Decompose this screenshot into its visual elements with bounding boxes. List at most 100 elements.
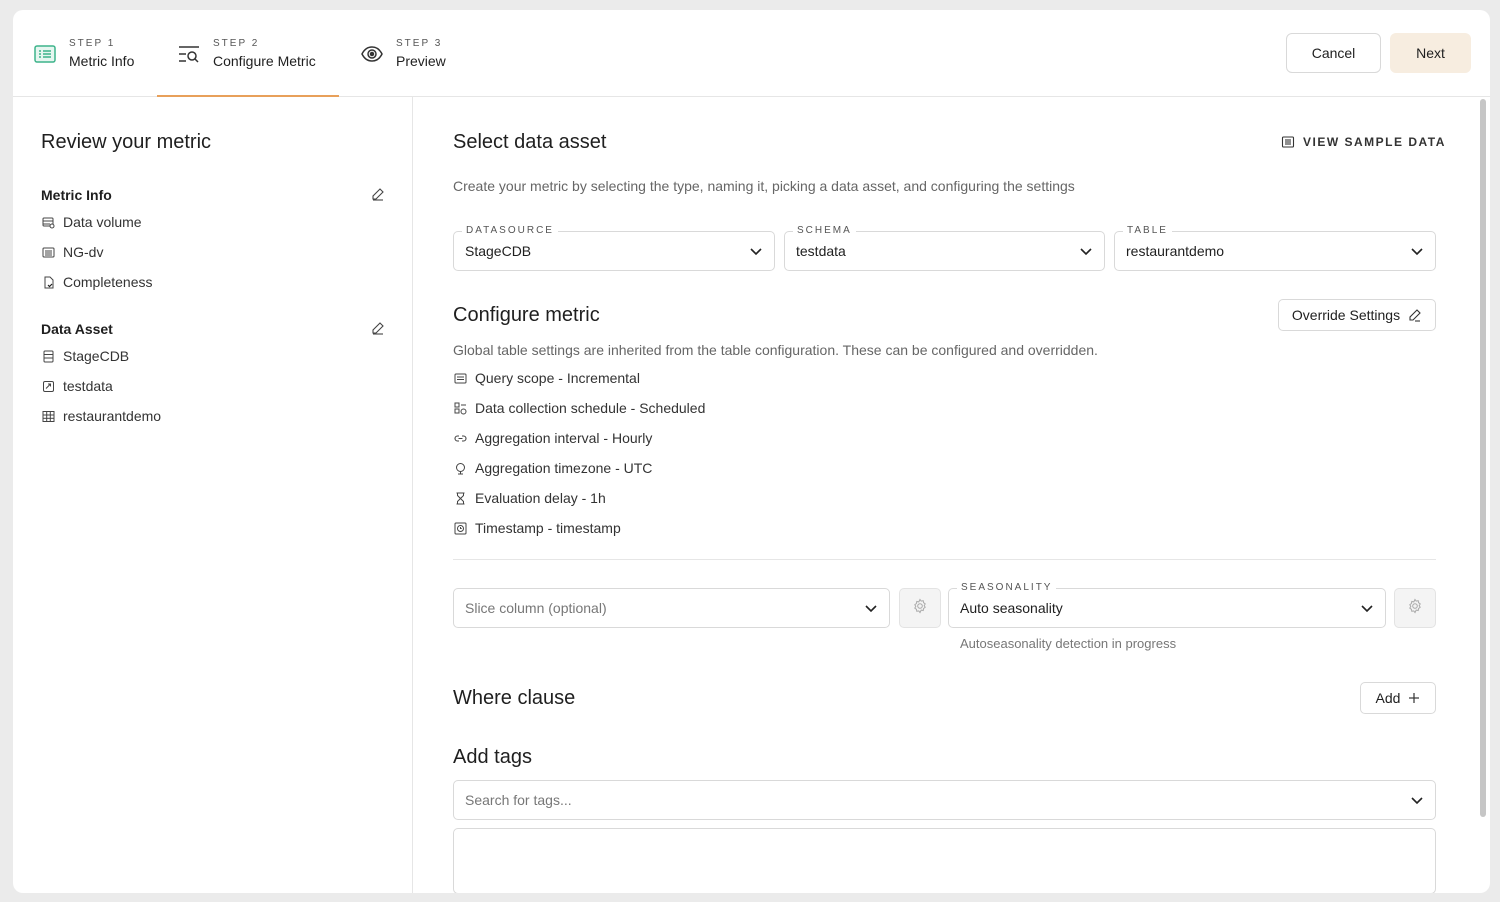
setting-aggregation-interval: Aggregation interval - Hourly <box>453 428 652 448</box>
setting-evaluation-delay: Evaluation delay - 1h <box>453 488 606 508</box>
setting-label: Timestamp - timestamp <box>475 520 621 536</box>
item-label: restaurantdemo <box>63 408 162 424</box>
server-icon <box>41 349 55 363</box>
slice-settings-button[interactable] <box>899 588 941 628</box>
data-asset-section: Data Asset StageCDB testdata restaurantd… <box>41 319 385 431</box>
metric-info-section: Metric Info Data volume NG-dv Completene… <box>41 185 385 297</box>
datasource-label: DATASOURCE <box>462 225 558 237</box>
chevron-down-icon <box>1409 792 1425 808</box>
override-label: Override Settings <box>1291 307 1401 323</box>
seasonality-select[interactable]: SEASONALITY Auto seasonality <box>948 582 1386 628</box>
setting-aggregation-timezone: Aggregation timezone - UTC <box>453 458 652 478</box>
select-asset-description: Create your metric by selecting the type… <box>453 178 1075 194</box>
table-icon <box>41 409 55 423</box>
list-icon <box>1281 135 1295 149</box>
database-icon <box>41 215 55 229</box>
data-asset-heading: Data Asset <box>41 321 113 337</box>
timestamp-icon <box>453 521 467 535</box>
globe-icon <box>453 461 467 475</box>
plus-icon <box>1408 692 1420 704</box>
add-tags-title: Add tags <box>453 746 532 768</box>
setting-label: Evaluation delay - 1h <box>475 490 606 506</box>
schema-label: SCHEMA <box>793 225 856 237</box>
metric-info-heading: Metric Info <box>41 187 112 203</box>
seasonality-label: SEASONALITY <box>957 582 1057 594</box>
next-button[interactable]: Next <box>1390 33 1471 73</box>
step-name: Metric Info <box>69 53 135 69</box>
section-divider <box>453 559 1436 560</box>
step-label: STEP 1 <box>69 38 116 49</box>
view-sample-label: VIEW SAMPLE DATA <box>1303 135 1446 149</box>
step-1-metric-info[interactable]: STEP 1 Metric Info <box>33 10 134 97</box>
chevron-down-icon <box>1078 243 1094 259</box>
slice-column-placeholder: Slice column (optional) <box>465 600 607 616</box>
datasource-select[interactable]: DATASOURCE StageCDB <box>453 225 775 271</box>
setting-query-scope: Query scope - Incremental <box>453 368 640 388</box>
step-label: STEP 2 <box>213 38 260 49</box>
select-asset-title: Select data asset <box>453 131 607 153</box>
step-name: Preview <box>396 53 446 69</box>
stepper-header: STEP 1 Metric Info STEP 2 Configure Metr… <box>13 10 1490 97</box>
chevron-down-icon <box>1409 243 1425 259</box>
scrollbar-thumb[interactable] <box>1480 99 1486 817</box>
add-where-clause-button[interactable]: Add <box>1360 682 1436 714</box>
schema-icon <box>41 379 55 393</box>
schema-value: testdata <box>796 243 846 259</box>
create-metric-window: STEP 1 Metric Info STEP 2 Configure Metr… <box>13 10 1490 893</box>
add-label: Add <box>1375 690 1401 706</box>
setting-timestamp: Timestamp - timestamp <box>453 518 621 538</box>
tags-area[interactable] <box>453 828 1436 893</box>
metric-info-item: NG-dv <box>41 237 385 267</box>
metric-info-item: Completeness <box>41 267 385 297</box>
filter-search-icon <box>177 42 201 66</box>
scope-icon <box>453 371 467 385</box>
item-label: NG-dv <box>63 244 104 260</box>
schedule-icon <box>453 401 467 415</box>
hourglass-icon <box>453 491 467 505</box>
step-3-preview[interactable]: STEP 3 Preview <box>360 10 446 97</box>
schema-select[interactable]: SCHEMA testdata <box>784 225 1105 271</box>
table-select[interactable]: TABLE restaurantdemo <box>1114 225 1436 271</box>
metric-info-item: Data volume <box>41 207 385 237</box>
configure-metric-title: Configure metric <box>453 304 600 326</box>
setting-label: Query scope - Incremental <box>475 370 640 386</box>
item-label: StageCDB <box>63 348 130 364</box>
review-panel: Review your metric Metric Info Data volu… <box>13 97 413 893</box>
list-card-icon <box>33 42 57 66</box>
setting-label: Aggregation interval - Hourly <box>475 430 653 446</box>
seasonality-value: Auto seasonality <box>960 600 1063 616</box>
configure-panel: Select data asset VIEW SAMPLE DATA Creat… <box>413 97 1476 893</box>
link-icon <box>453 431 467 445</box>
where-clause-title: Where clause <box>453 687 576 709</box>
data-asset-item: StageCDB <box>41 341 385 371</box>
setting-collection-schedule: Data collection schedule - Scheduled <box>453 398 705 418</box>
tag-search-placeholder: Search for tags... <box>465 792 572 808</box>
pencil-icon <box>1408 308 1422 322</box>
datasource-value: StageCDB <box>465 243 532 259</box>
cancel-button[interactable]: Cancel <box>1286 33 1381 73</box>
step-name: Configure Metric <box>213 53 316 69</box>
tag-search-input[interactable]: Search for tags... <box>453 780 1436 820</box>
slice-column-select[interactable]: Slice column (optional) <box>453 588 890 628</box>
chevron-down-icon <box>863 600 879 616</box>
edit-metric-info-icon[interactable] <box>371 187 385 204</box>
item-label: testdata <box>63 378 113 394</box>
seasonality-settings-button[interactable] <box>1394 588 1436 628</box>
step-2-configure-metric[interactable]: STEP 2 Configure Metric <box>157 10 339 97</box>
scrollbar[interactable] <box>1478 97 1488 893</box>
chevron-down-icon <box>748 243 764 259</box>
table-label: TABLE <box>1123 225 1172 237</box>
gear-icon <box>1407 598 1423 619</box>
item-label: Data volume <box>63 214 142 230</box>
eye-icon <box>360 42 384 66</box>
step-label: STEP 3 <box>396 38 443 49</box>
table-value: restaurantdemo <box>1126 243 1225 259</box>
edit-data-asset-icon[interactable] <box>371 321 385 338</box>
data-asset-item: testdata <box>41 371 385 401</box>
seasonality-hint: Autoseasonality detection in progress <box>960 636 1177 651</box>
view-sample-data-link[interactable]: VIEW SAMPLE DATA <box>1281 135 1446 149</box>
data-asset-item: restaurantdemo <box>41 401 385 431</box>
override-settings-button[interactable]: Override Settings <box>1278 299 1436 331</box>
configure-description: Global table settings are inherited from… <box>453 342 1098 358</box>
chevron-down-icon <box>1359 600 1375 616</box>
